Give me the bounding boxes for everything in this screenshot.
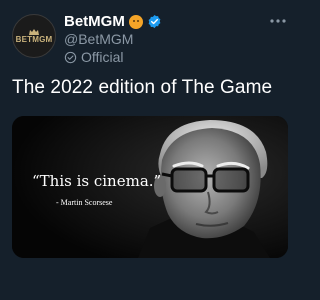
avatar[interactable]: BETMGM xyxy=(12,14,56,58)
affiliation-label: Official xyxy=(81,49,124,65)
author-name-row: BetMGM xyxy=(64,13,162,30)
tweet-media-image[interactable]: “This is cinema.” - Martin Scorsese xyxy=(12,116,288,258)
quote-text: “This is cinema.” xyxy=(32,172,162,190)
more-options-button[interactable] xyxy=(268,14,288,28)
author-handle[interactable]: @BetMGM xyxy=(64,31,133,47)
verified-badge-icon xyxy=(148,14,161,29)
official-badge-icon xyxy=(64,51,77,63)
display-name[interactable]: BetMGM xyxy=(64,13,125,30)
tweet-card: BETMGM BetMGM @BetMGM Official The 2022 … xyxy=(0,0,300,300)
tweet-text: The 2022 edition of The Game xyxy=(12,77,273,98)
quote-attribution: - Martin Scorsese xyxy=(56,198,113,207)
affiliation-row: Official xyxy=(64,49,124,65)
more-options-icon xyxy=(270,19,286,23)
avatar-logo-text: BETMGM xyxy=(15,34,53,44)
lion-face-icon xyxy=(128,14,143,29)
crown-icon xyxy=(29,28,39,35)
